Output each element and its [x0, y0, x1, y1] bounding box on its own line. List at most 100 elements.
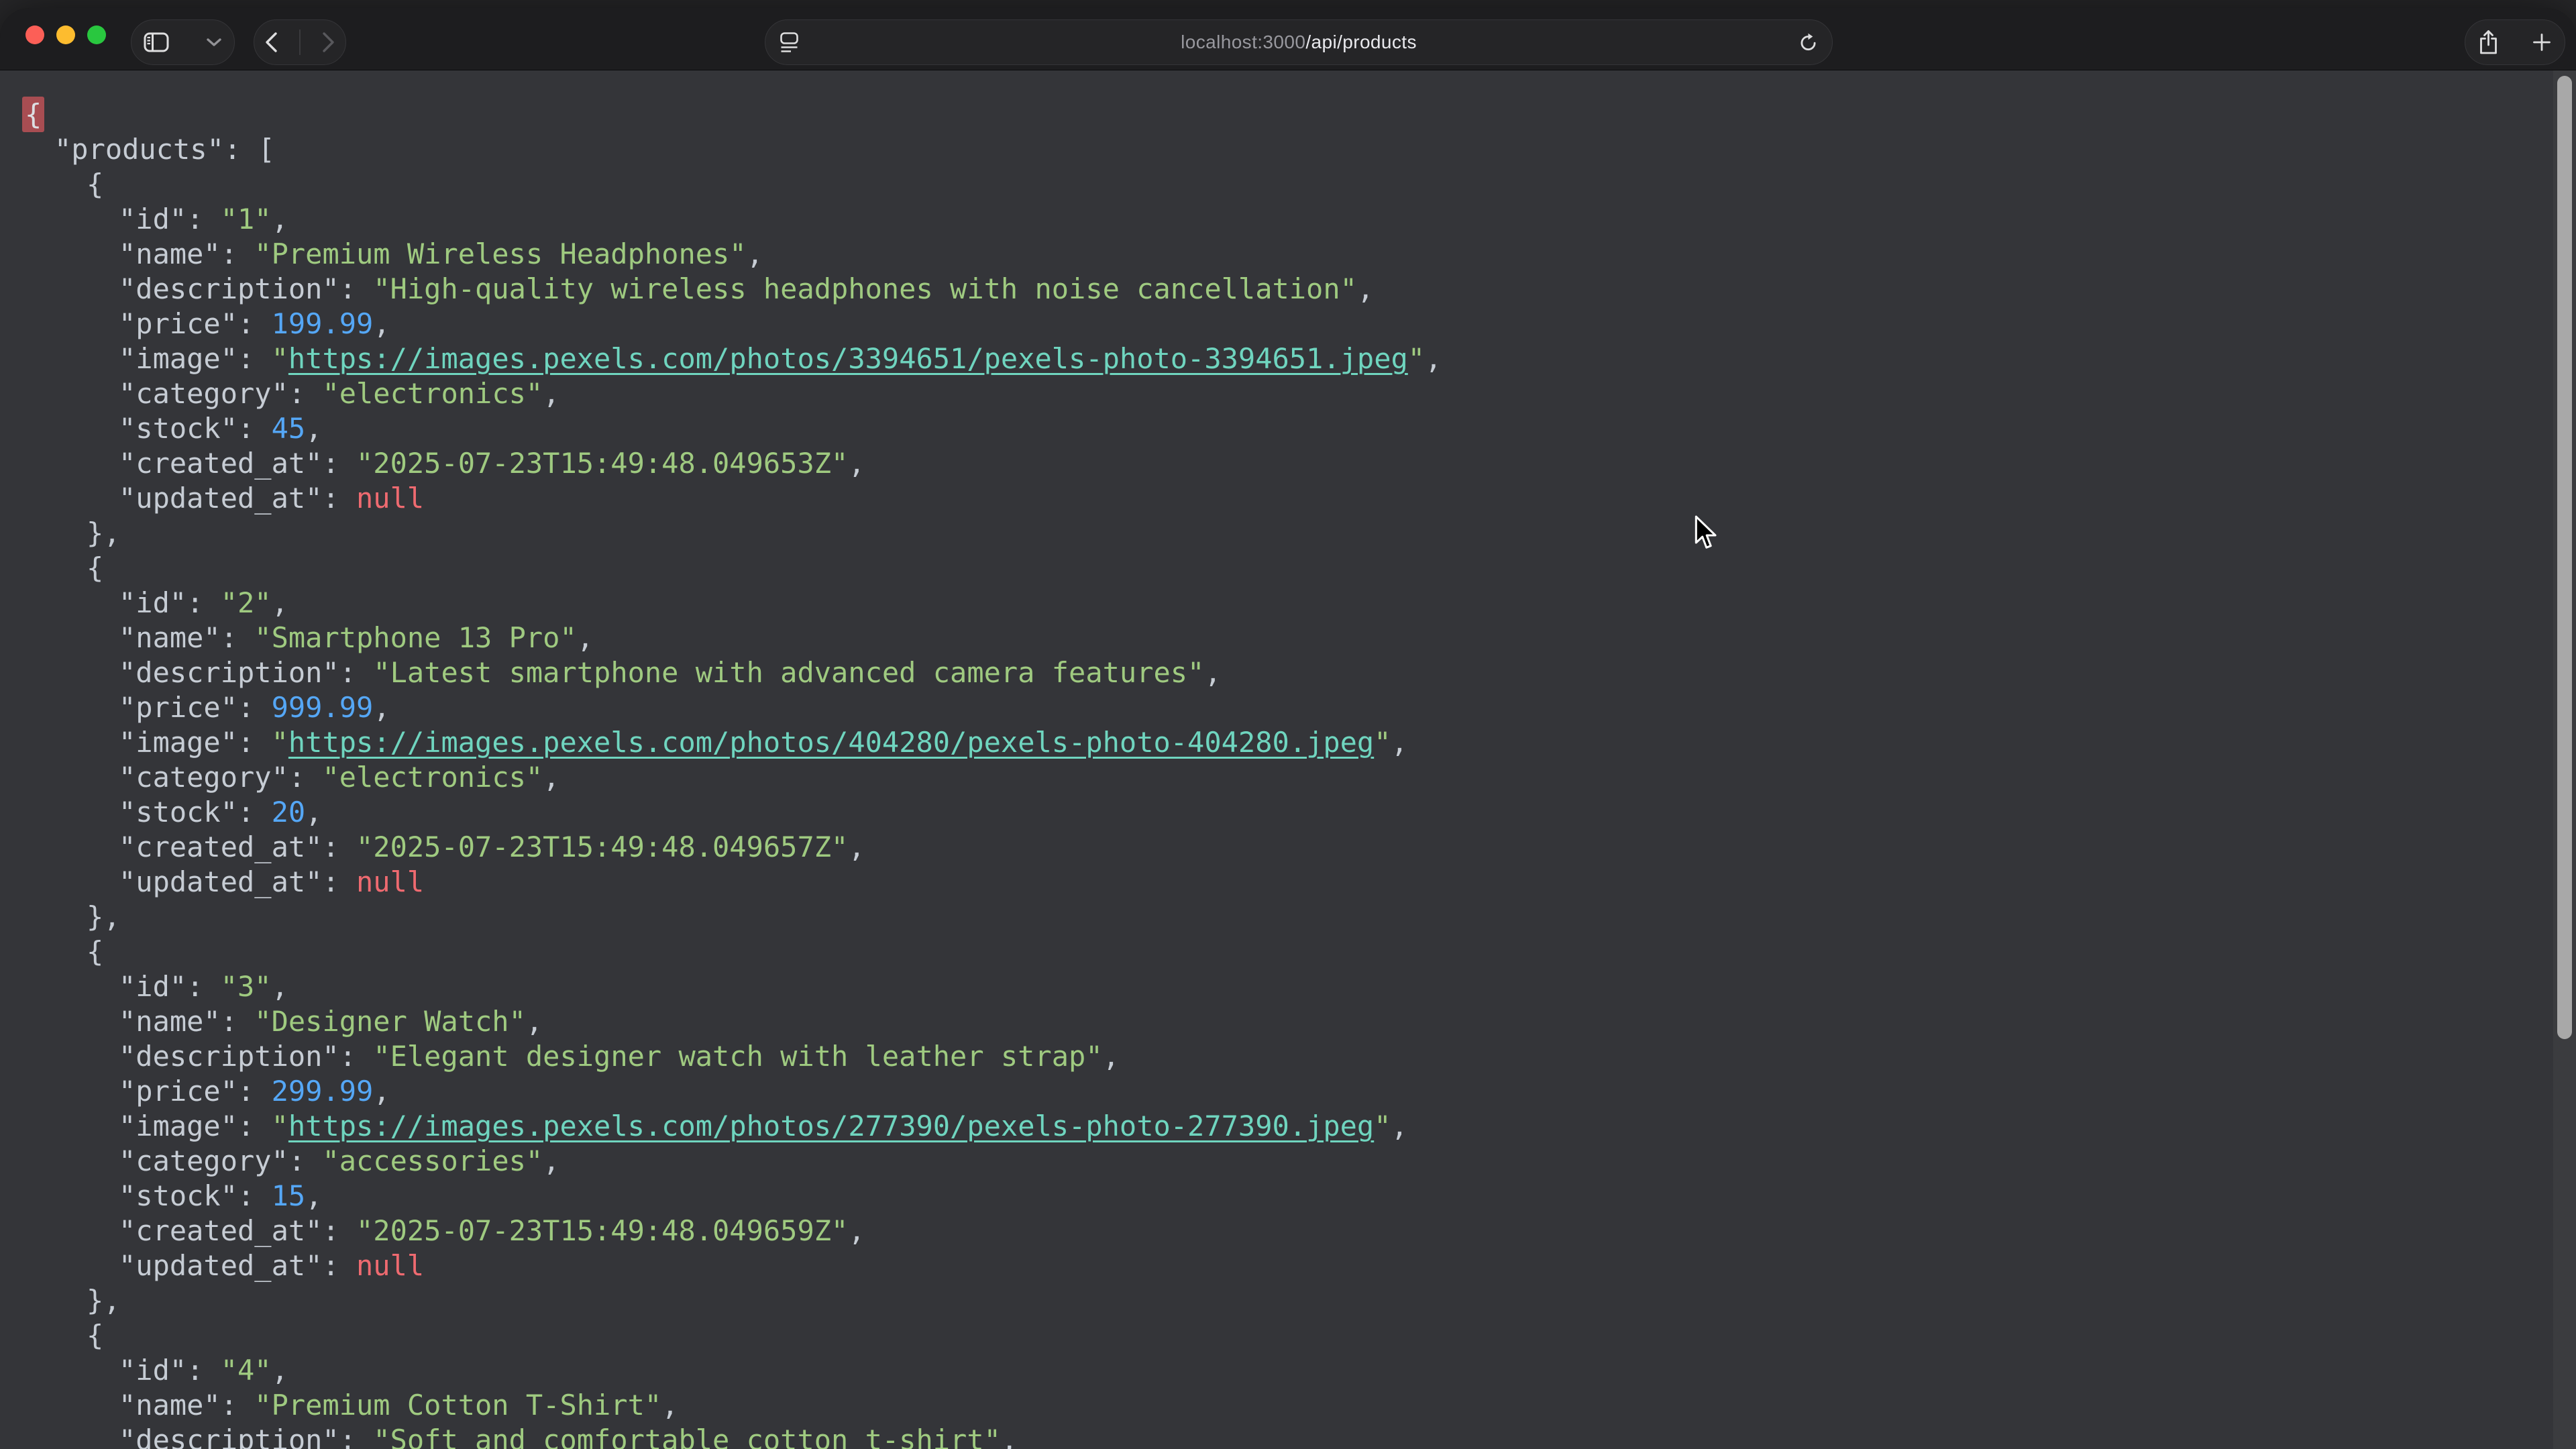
close-window-button[interactable] — [25, 25, 44, 44]
safari-window: localhost:3000/api/products — [0, 8, 2576, 1449]
chevron-down-icon — [206, 38, 222, 47]
scrollbar-thumb[interactable] — [2557, 76, 2572, 1039]
json-key: "id" — [119, 586, 186, 619]
json-key: "stock" — [119, 412, 237, 445]
json-string: "Designer Watch" — [254, 1005, 526, 1038]
json-token: " — [1408, 342, 1425, 375]
json-key: "products" — [54, 133, 224, 166]
json-token: : — [288, 761, 323, 794]
json-token: , — [661, 1389, 678, 1421]
back-icon — [264, 32, 278, 53]
json-token: , — [373, 691, 390, 724]
json-string: "2025-07-23T15:49:48.049653Z" — [356, 447, 848, 480]
json-line: "id": "3", — [0, 969, 2576, 1004]
json-string: "Premium Cotton T-Shirt" — [254, 1389, 661, 1421]
json-token: , — [848, 1214, 865, 1247]
json-line: { — [0, 97, 2576, 132]
back-button[interactable] — [264, 32, 278, 53]
json-token: , — [1425, 342, 1442, 375]
json-key: "description" — [119, 1424, 339, 1449]
json-string: "accessories" — [322, 1144, 543, 1177]
json-token: { — [87, 551, 103, 584]
json-key: "name" — [119, 1389, 221, 1421]
json-token: , — [1204, 656, 1221, 689]
json-key: "created_at" — [119, 1214, 322, 1247]
sidebar-toggle-button[interactable] — [144, 32, 169, 52]
json-line: }, — [0, 1283, 2576, 1318]
json-line: "description": "Elegant designer watch w… — [0, 1039, 2576, 1074]
json-token: : — [224, 133, 258, 166]
json-root-brace: { — [22, 97, 44, 132]
json-token: " — [1374, 1110, 1391, 1142]
json-line: "category": "electronics", — [0, 760, 2576, 795]
address-bar[interactable]: localhost:3000/api/products — [765, 19, 1833, 65]
json-token: : — [288, 1144, 323, 1177]
json-token: : — [237, 796, 272, 828]
json-line: "image": "https://images.pexels.com/phot… — [0, 1109, 2576, 1144]
json-token: , — [1001, 1424, 1018, 1449]
image-url-link[interactable]: https://images.pexels.com/photos/277390/… — [288, 1110, 1374, 1142]
scrollbar-track[interactable] — [2553, 70, 2576, 1449]
json-viewer: {"products": [{"id": "1","name": "Premiu… — [0, 70, 2576, 1449]
json-line: "updated_at": null — [0, 865, 2576, 900]
json-key: "stock" — [119, 796, 237, 828]
json-line: "name": "Smartphone 13 Pro", — [0, 621, 2576, 655]
json-string: "electronics" — [322, 377, 543, 410]
url-host: localhost:3000 — [1181, 32, 1305, 52]
json-line: "products": [ — [0, 132, 2576, 167]
json-line: { — [0, 934, 2576, 969]
json-token: , — [373, 1075, 390, 1108]
json-number: 15 — [272, 1179, 306, 1212]
json-token: , — [1391, 726, 1408, 759]
url-text: localhost:3000/api/products — [1181, 32, 1417, 53]
json-token: " — [272, 1110, 288, 1142]
json-token: : — [237, 1075, 272, 1108]
json-key: "id" — [119, 203, 186, 235]
reload-button[interactable] — [1798, 20, 1819, 64]
json-key: "category" — [119, 377, 288, 410]
json-token: : — [322, 447, 356, 480]
nav-divider — [299, 30, 301, 55]
image-url-link[interactable]: https://images.pexels.com/photos/404280/… — [288, 726, 1374, 759]
share-button[interactable] — [2479, 30, 2498, 55]
sidebar-menu-chevron-button[interactable] — [206, 38, 222, 47]
json-token: : — [186, 203, 221, 235]
json-token: , — [543, 1144, 559, 1177]
json-line: "name": "Premium Wireless Headphones", — [0, 237, 2576, 272]
mouse-cursor — [1693, 515, 1717, 550]
json-null: null — [356, 865, 424, 898]
json-line: "price": 999.99, — [0, 690, 2576, 725]
zoom-window-button[interactable] — [87, 25, 106, 44]
json-string: "Smartphone 13 Pro" — [254, 621, 576, 654]
json-key: "created_at" — [119, 830, 322, 863]
json-string: "High-quality wireless headphones with n… — [373, 272, 1357, 305]
json-line: "id": "4", — [0, 1353, 2576, 1388]
image-url-link[interactable]: https://images.pexels.com/photos/3394651… — [288, 342, 1408, 375]
page-format-button[interactable] — [780, 20, 798, 64]
forward-button[interactable] — [321, 32, 336, 53]
json-token: , — [1103, 1040, 1120, 1073]
json-line: "id": "1", — [0, 202, 2576, 237]
json-string: "2" — [221, 586, 272, 619]
json-token: , — [305, 412, 322, 445]
json-line: "name": "Designer Watch", — [0, 1004, 2576, 1039]
json-token: , — [305, 796, 322, 828]
json-number: 199.99 — [272, 307, 374, 340]
json-string: "2025-07-23T15:49:48.049659Z" — [356, 1214, 848, 1247]
json-token: : — [237, 1179, 272, 1212]
json-token: , — [272, 1354, 288, 1387]
json-line: "id": "2", — [0, 586, 2576, 621]
navigation-button-group — [254, 19, 346, 65]
json-token: , — [848, 447, 865, 480]
minimize-window-button[interactable] — [56, 25, 75, 44]
json-token: , — [747, 237, 763, 270]
json-line: { — [0, 1318, 2576, 1353]
toolbar-actions-group — [2465, 19, 2565, 65]
json-line: }, — [0, 516, 2576, 551]
json-line: "created_at": "2025-07-23T15:49:48.04965… — [0, 830, 2576, 865]
json-string: "Elegant designer watch with leather str… — [373, 1040, 1102, 1073]
json-token: , — [1357, 272, 1374, 305]
json-string: "2025-07-23T15:49:48.049657Z" — [356, 830, 848, 863]
json-view: {"products": [{"id": "1","name": "Premiu… — [0, 70, 2576, 1449]
new-tab-button[interactable] — [2532, 33, 2551, 52]
